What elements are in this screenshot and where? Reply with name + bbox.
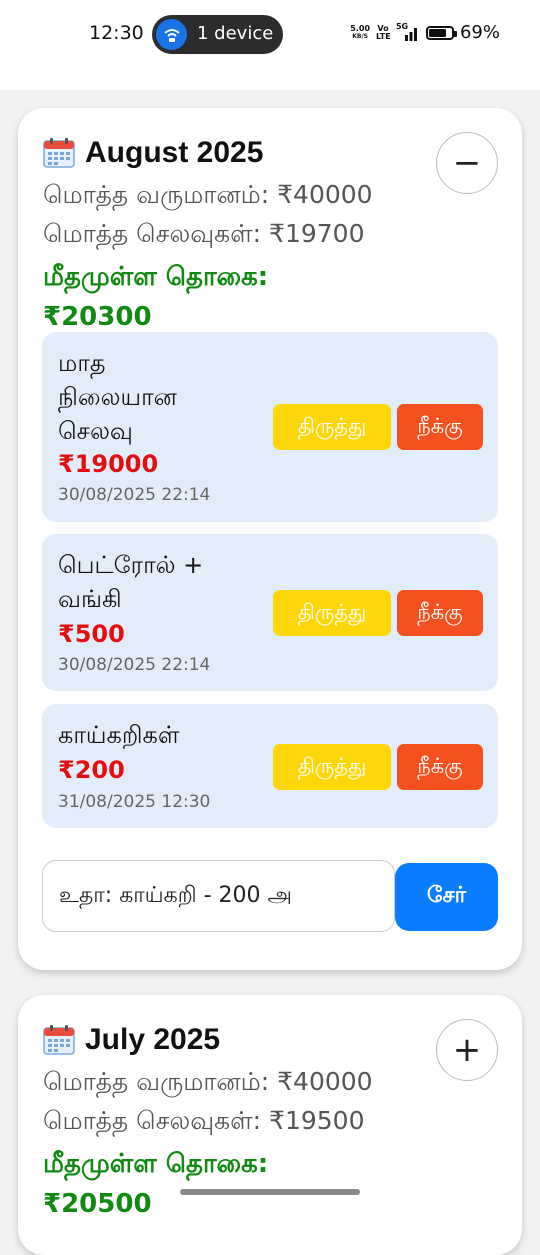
delete-button[interactable]: நீக்கு	[397, 590, 483, 636]
expense-date: 31/08/2025 12:30	[58, 792, 211, 812]
net-speed: 5.00 KB/S	[350, 23, 370, 41]
home-indicator[interactable]	[180, 1189, 360, 1195]
status-time: 12:30	[89, 22, 144, 44]
expense-name: மாத நிலையான செலவு	[58, 349, 177, 445]
expense-name: பெட்ரோல் + வங்கி	[58, 551, 204, 613]
expense-amount: ₹500	[58, 620, 125, 648]
battery-percent: 69%	[459, 22, 500, 43]
month-header: August 2025	[43, 136, 263, 170]
balance: மீதமுள்ள தொகை: ₹20500	[43, 1144, 363, 1224]
total-income: மொத்த வருமானம்: ₹40000	[43, 1067, 373, 1096]
expense-item: காய்கறிகள் ₹200 31/08/2025 12:30 திருத்த…	[42, 704, 498, 828]
expense-input[interactable]: உதா: காய்கறி - 200 அ	[42, 860, 395, 932]
month-title: August 2025	[85, 136, 264, 169]
add-button[interactable]: சேர்	[395, 863, 498, 931]
net-speed-unit: KB/S	[352, 32, 368, 40]
expense-date: 30/08/2025 22:14	[58, 655, 211, 675]
month-title: July 2025	[85, 1023, 221, 1056]
month-card: August 2025 − மொத்த வருமானம்: ₹40000 மொத…	[18, 108, 522, 970]
expense-name: காய்கறிகள்	[58, 721, 180, 749]
balance-value: ₹20300	[43, 302, 152, 332]
month-card: July 2025 + மொத்த வருமானம்: ₹40000 மொத்த…	[18, 995, 522, 1255]
balance: மீதமுள்ள தொகை: ₹20300	[43, 257, 363, 337]
delete-button[interactable]: நீக்கு	[397, 744, 483, 790]
device-label: 1 device	[197, 23, 274, 44]
battery-icon	[425, 25, 457, 40]
status-bar: 12:30 1 device 5.00 KB/S Vo LTE 5G 69%	[0, 0, 540, 90]
minus-icon: −	[452, 143, 482, 183]
status-icons: 5.00 KB/S Vo LTE 5G 69%	[350, 22, 500, 44]
edit-button[interactable]: திருத்து	[273, 744, 391, 790]
edit-button[interactable]: திருத்து	[273, 590, 391, 636]
expense-amount: ₹19000	[58, 450, 159, 478]
total-income: மொத்த வருமானம்: ₹40000	[43, 180, 373, 209]
expense-date: 30/08/2025 22:14	[58, 485, 211, 505]
expense-item: பெட்ரோல் + வங்கி ₹500 30/08/2025 22:14 த…	[42, 534, 498, 691]
expense-item: மாத நிலையான செலவு ₹19000 30/08/2025 22:1…	[42, 332, 498, 522]
total-expenses: மொத்த செலவுகள்: ₹19700	[43, 219, 365, 248]
expense-amount: ₹200	[58, 756, 125, 784]
collapse-button[interactable]: −	[436, 132, 498, 194]
hotspot-icon	[156, 19, 187, 50]
signal-icon: 5G	[396, 22, 420, 41]
expand-button[interactable]: +	[436, 1019, 498, 1081]
delete-button[interactable]: நீக்கு	[397, 404, 483, 450]
plus-icon: +	[452, 1030, 482, 1070]
volte-icon: Vo LTE	[375, 23, 391, 41]
balance-label: மீதமுள்ள தொகை:	[43, 262, 269, 292]
edit-button[interactable]: திருத்து	[273, 404, 391, 450]
month-header: July 2025	[43, 1023, 220, 1057]
balance-label: மீதமுள்ள தொகை:	[43, 1149, 269, 1179]
calendar-icon	[43, 138, 75, 168]
total-expenses: மொத்த செலவுகள்: ₹19500	[43, 1106, 365, 1135]
net-speed-value: 5.00	[350, 23, 370, 33]
calendar-icon	[43, 1025, 75, 1055]
device-pill[interactable]: 1 device	[152, 15, 283, 54]
